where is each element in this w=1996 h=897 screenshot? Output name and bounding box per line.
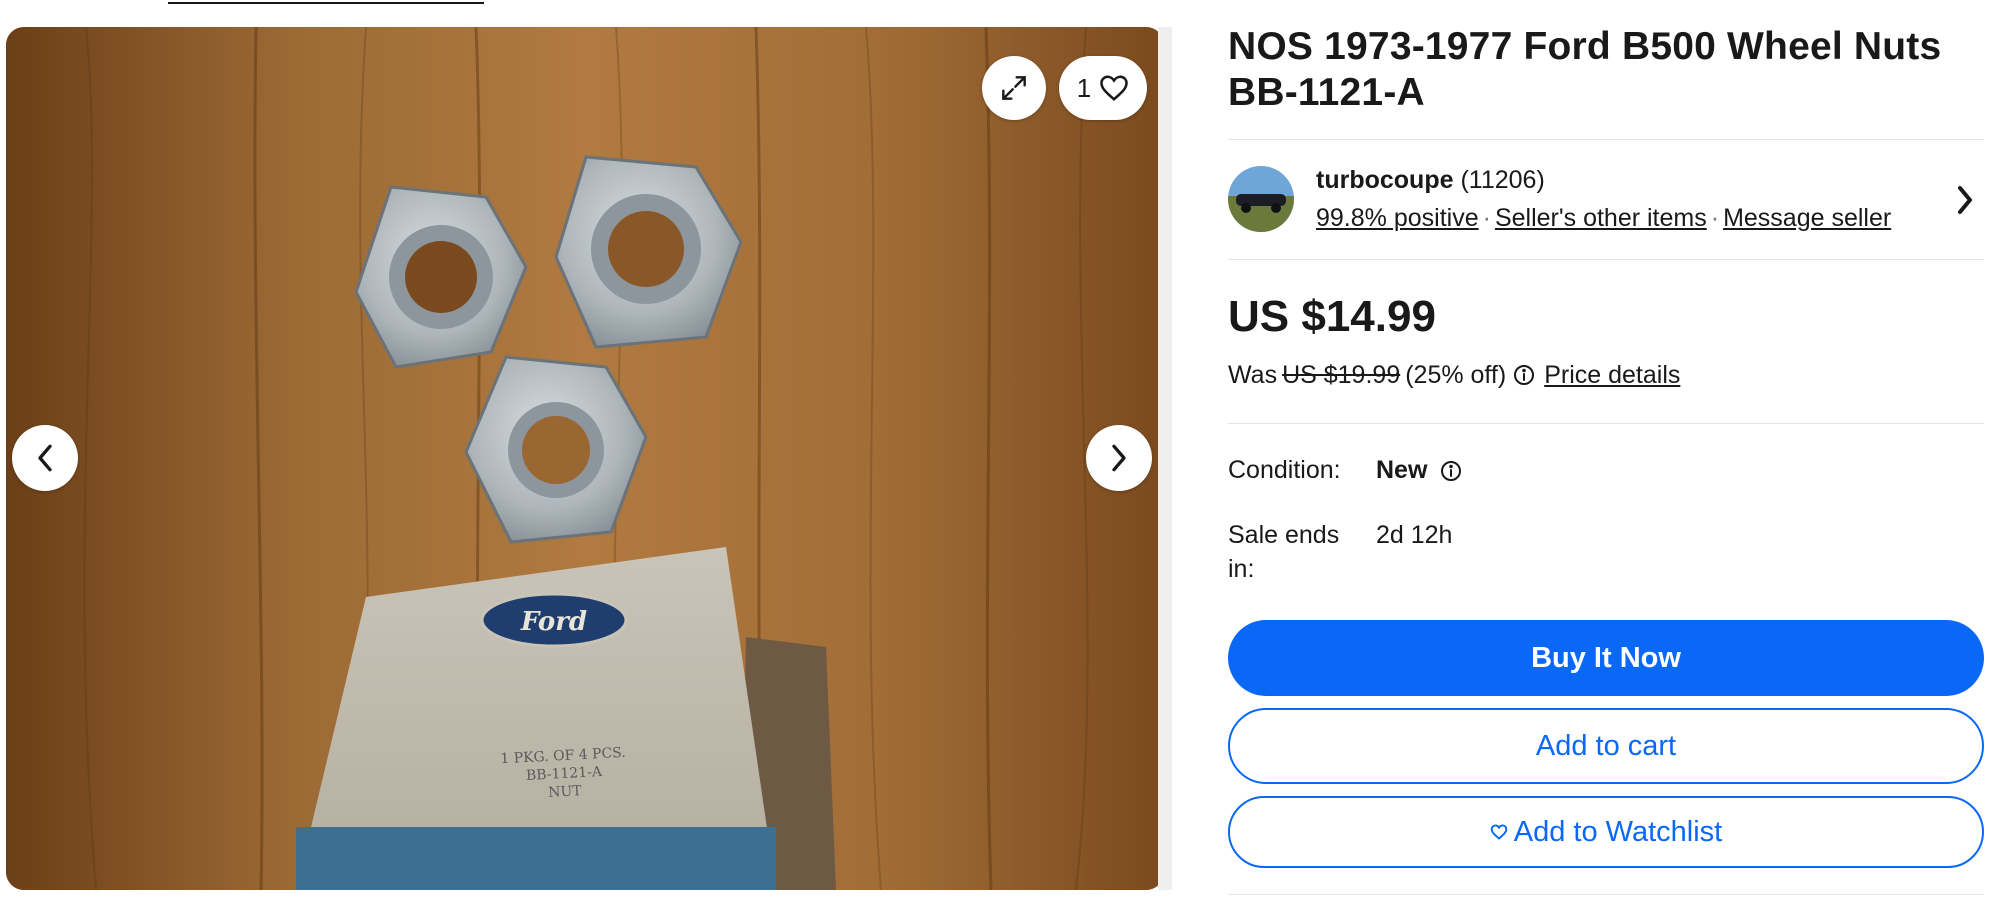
discount: (25% off) — [1405, 361, 1507, 389]
price-details-link[interactable]: Price details — [1544, 358, 1680, 392]
chevron-left-icon — [38, 444, 52, 472]
add-to-cart-label: Add to cart — [1535, 729, 1677, 762]
message-seller-link[interactable]: Message seller — [1723, 204, 1891, 232]
box-label: 1 PKG. OF 4 PCS. BB-1121-A NUT — [473, 742, 656, 805]
was-price: US $19.99 — [1282, 361, 1401, 389]
seller-feedback-count: (11206) — [1460, 166, 1545, 194]
current-price: US $14.99 — [1228, 292, 1436, 341]
expand-image-button[interactable] — [982, 56, 1046, 120]
was-price-line: Was US $19.99 (25% off) Price details — [1228, 358, 1680, 392]
divider — [1228, 139, 1984, 140]
chevron-right-icon[interactable] — [1950, 182, 1978, 218]
previous-image-button[interactable] — [12, 425, 78, 491]
info-icon[interactable] — [1439, 459, 1463, 483]
heart-icon — [1100, 75, 1128, 101]
separator-dot: · — [1710, 204, 1720, 232]
chevron-right-icon — [1112, 444, 1126, 472]
condition-value: New — [1376, 456, 1428, 484]
listing-title: NOS 1973-1977 Ford B500 Wheel Nuts BB-11… — [1228, 25, 1942, 114]
divider — [1228, 423, 1984, 424]
image-gallery: Ford 1 PKG. OF 4 PCS. BB-1121-A NUT — [6, 27, 1164, 890]
sale-ends-value: 2d 12h — [1376, 521, 1453, 549]
seller-avatar — [1228, 166, 1294, 232]
box-logo: Ford — [520, 607, 588, 637]
top-link-underline[interactable] — [168, 0, 484, 4]
divider — [1228, 259, 1984, 260]
seller-positive-link[interactable]: 99.8% positive — [1316, 204, 1479, 232]
seller-card[interactable]: turbocoupe (11206) 99.8% positive · Seller… — [1228, 164, 1984, 236]
divider — [1228, 894, 1984, 895]
seller-name[interactable]: turbocoupe — [1316, 166, 1454, 194]
seller-other-items-link[interactable]: Seller's other items — [1495, 204, 1707, 232]
favorite-button[interactable]: 1 — [1059, 56, 1147, 120]
add-to-watchlist-button[interactable]: Add to Watchlist — [1228, 796, 1984, 868]
condition-label: Condition: — [1228, 456, 1341, 484]
separator-dot: · — [1482, 204, 1491, 232]
buy-it-now-label: Buy It Now — [1531, 641, 1681, 674]
condition-value-wrap: New — [1376, 456, 1471, 485]
was-label: Was — [1228, 361, 1278, 389]
expand-icon — [1002, 76, 1026, 100]
seller-name-line: turbocoupe (11206) — [1316, 164, 1545, 196]
add-to-cart-button[interactable]: Add to cart — [1228, 708, 1984, 784]
favorite-count: 1 — [1076, 72, 1092, 103]
buy-it-now-button[interactable]: Buy It Now — [1228, 620, 1984, 696]
heart-icon — [1490, 824, 1508, 840]
next-image-button[interactable] — [1086, 425, 1152, 491]
seller-links: 99.8% positive · Seller's other items · Mess… — [1316, 202, 1891, 234]
sale-ends-label: Sale ends in: — [1228, 521, 1340, 583]
add-to-watchlist-label: Add to Watchlist — [1513, 815, 1723, 848]
info-icon[interactable] — [1512, 363, 1536, 387]
gallery-scroll-edge — [1158, 27, 1172, 890]
